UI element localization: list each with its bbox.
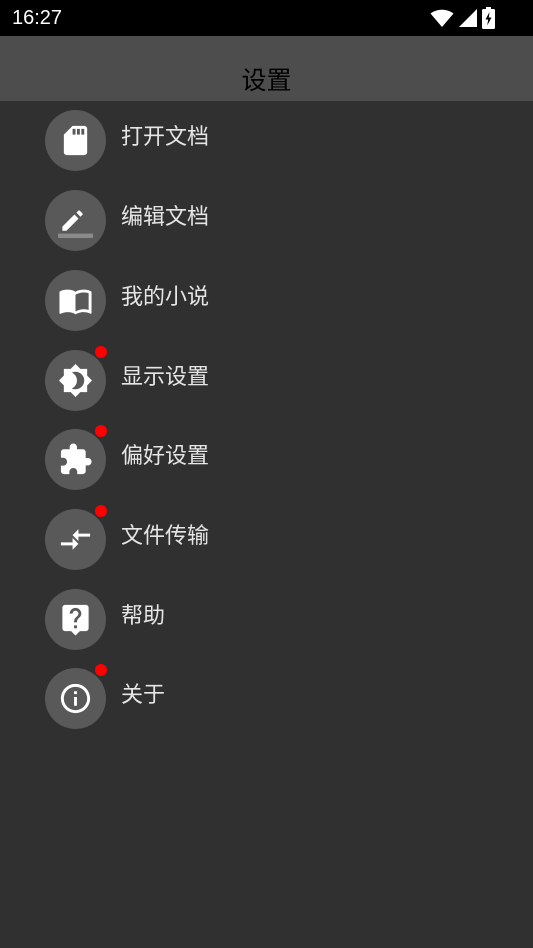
menu-item-label: 帮助 — [121, 604, 166, 629]
info-icon — [60, 683, 91, 714]
menu-item-label: 显示设置 — [121, 365, 210, 390]
menu-item-edit-document[interactable]: 编辑文档 — [0, 181, 533, 253]
menu-item-open-document[interactable]: 打开文档 — [0, 101, 533, 173]
puzzle-icon — [60, 443, 92, 475]
status-bar: 16:27 — [0, 0, 533, 36]
menu-icon-circle — [45, 589, 106, 650]
menu-icon-circle — [45, 110, 106, 171]
menu-icon-circle — [45, 509, 106, 570]
menu-item-preferences[interactable]: 偏好设置 — [0, 420, 533, 492]
pencil-icon — [58, 210, 93, 238]
menu-item-file-transfer[interactable]: 文件传输 — [0, 500, 533, 572]
menu-item-label: 打开文档 — [121, 125, 210, 150]
page-title: 设置 — [241, 66, 292, 95]
menu-item-label: 编辑文档 — [121, 205, 210, 230]
book-icon — [59, 289, 92, 315]
notification-badge — [95, 425, 107, 437]
status-icons — [430, 7, 495, 29]
status-time: 16:27 — [12, 7, 63, 29]
app-bar: 设置 — [0, 36, 533, 101]
notification-badge — [95, 505, 107, 517]
menu-item-label: 我的小说 — [121, 285, 210, 310]
menu-item-label: 偏好设置 — [121, 444, 210, 469]
battery-charging-icon — [482, 7, 495, 29]
menu-icon-circle — [45, 190, 106, 251]
transfer-icon — [60, 529, 91, 550]
wifi-icon — [430, 9, 454, 27]
menu-icon-circle — [45, 668, 106, 729]
menu-item-about[interactable]: 关于 — [0, 659, 533, 731]
signal-icon — [459, 9, 477, 27]
sd-card-icon — [63, 125, 88, 156]
menu-icon-circle — [45, 270, 106, 331]
brightness-icon — [59, 364, 92, 397]
notification-badge — [95, 346, 107, 358]
menu-icon-circle — [45, 350, 106, 411]
menu-item-help[interactable]: 帮助 — [0, 580, 533, 652]
menu-item-label: 关于 — [121, 683, 166, 708]
menu-item-my-novels[interactable]: 我的小说 — [0, 261, 533, 333]
help-icon — [62, 604, 89, 636]
menu-icon-circle — [45, 429, 106, 490]
notification-badge — [95, 664, 107, 676]
menu-item-display-settings[interactable]: 显示设置 — [0, 341, 533, 413]
menu-item-label: 文件传输 — [121, 524, 210, 549]
